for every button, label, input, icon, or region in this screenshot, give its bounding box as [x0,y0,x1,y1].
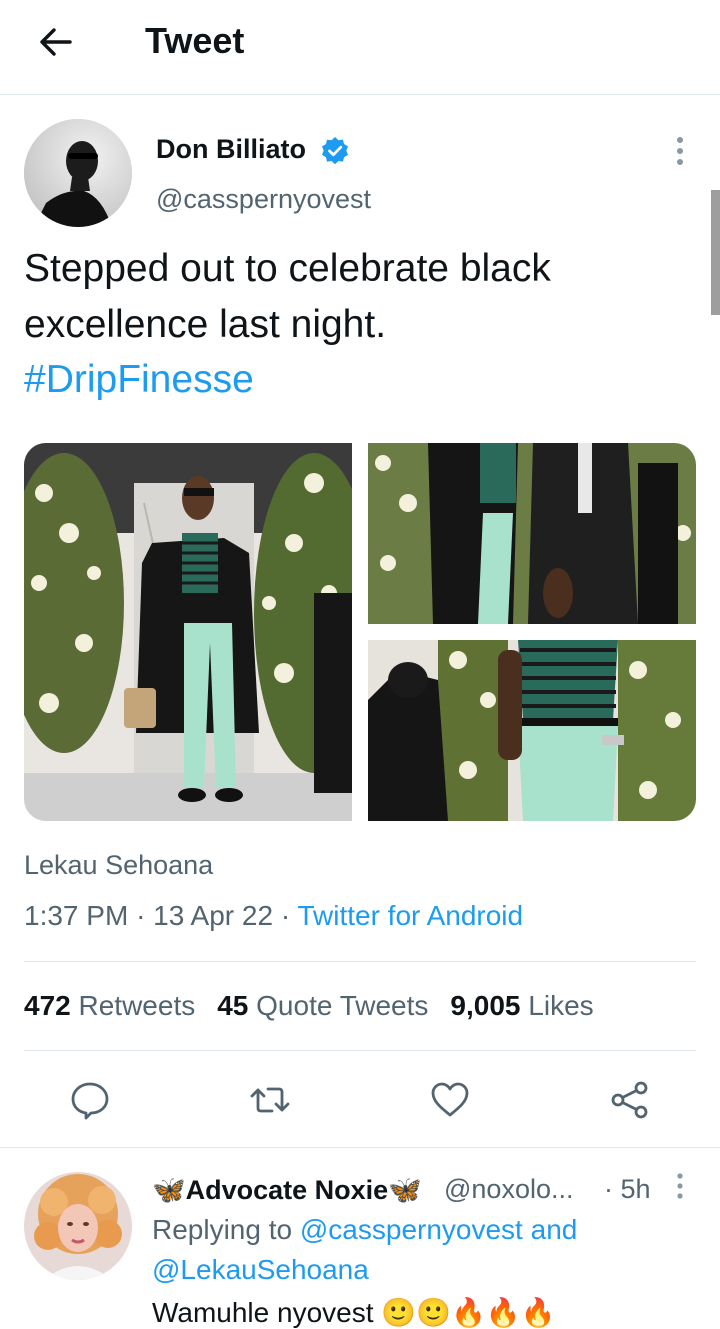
likes-count: 9,005 [450,990,521,1021]
replying-prefix: Replying to [152,1214,293,1245]
mention-link[interactable]: @LekauSehoana [152,1254,369,1286]
tweet-stats: 472 Retweets 45 Quote Tweets 9,005 Likes [24,990,594,1022]
divider [24,961,696,962]
quotes-label: Quote Tweets [256,990,429,1021]
share-button[interactable] [610,1080,650,1120]
reply-more-button[interactable] [670,1172,690,1200]
replying-to: Replying to @casspernyovest and [152,1214,577,1246]
tagged-user[interactable]: Lekau Sehoana [24,850,213,881]
scrollbar[interactable] [711,190,720,315]
page-title: Tweet [145,20,245,61]
heart-icon [431,1082,469,1117]
replying-and: and [530,1214,578,1245]
tweet-source-link[interactable]: Twitter for Android [297,900,523,931]
hashtag-link[interactable]: #DripFinesse [24,352,254,408]
retweets-stat[interactable]: 472 Retweets [24,990,195,1021]
reply-time: · 5h [604,1174,651,1204]
quotes-stat[interactable]: 45 Quote Tweets [217,990,428,1021]
more-vertical-icon [677,137,683,165]
verified-badge-icon [320,136,350,166]
top-app-bar: Tweet [0,0,720,95]
quotes-count: 45 [217,990,249,1021]
back-button[interactable] [36,22,76,62]
separator: · [136,900,154,931]
reply-text: Wamuhle nyovest 🙂🙂🔥🔥🔥 [152,1297,556,1328]
retweets-count: 472 [24,990,71,1021]
more-vertical-icon [677,1173,683,1199]
reply-icon [71,1082,109,1120]
arrow-left-icon [40,28,72,56]
avatar-image [24,1172,132,1280]
more-options-button[interactable] [668,136,692,166]
likes-stat[interactable]: 9,005 Likes [450,990,593,1021]
author-handle[interactable]: @casspernyovest [156,184,371,215]
tweet-text: Stepped out to celebrate black excellenc… [24,247,551,346]
reply-button[interactable] [70,1080,110,1120]
tweet-date: 13 Apr 22 [153,900,274,931]
tweet-photo-1[interactable] [24,443,352,821]
reply-avatar[interactable] [24,1172,132,1280]
divider [24,1050,696,1051]
mention-link[interactable]: @casspernyovest [300,1214,523,1245]
tweet-photo-2[interactable] [368,443,696,624]
avatar-image [24,119,132,227]
tweet-meta: 1:37 PM · 13 Apr 22 · Twitter for Androi… [24,900,523,932]
divider [0,1147,720,1148]
like-button[interactable] [430,1080,470,1120]
separator: · [280,900,298,931]
retweet-button[interactable] [250,1080,290,1120]
tweet-photo-3[interactable] [368,640,696,821]
share-icon [611,1081,648,1119]
reply-author-handle[interactable]: @noxolo... [444,1174,573,1205]
author-name[interactable]: Don Billiato [156,134,306,165]
likes-label: Likes [528,990,594,1021]
tweet-time: 1:37 PM [24,900,129,931]
retweet-icon [250,1087,290,1113]
retweets-label: Retweets [78,990,196,1021]
author-avatar[interactable] [24,119,132,227]
reply-author-name[interactable]: 🦋Advocate Noxie🦋 [152,1174,422,1206]
